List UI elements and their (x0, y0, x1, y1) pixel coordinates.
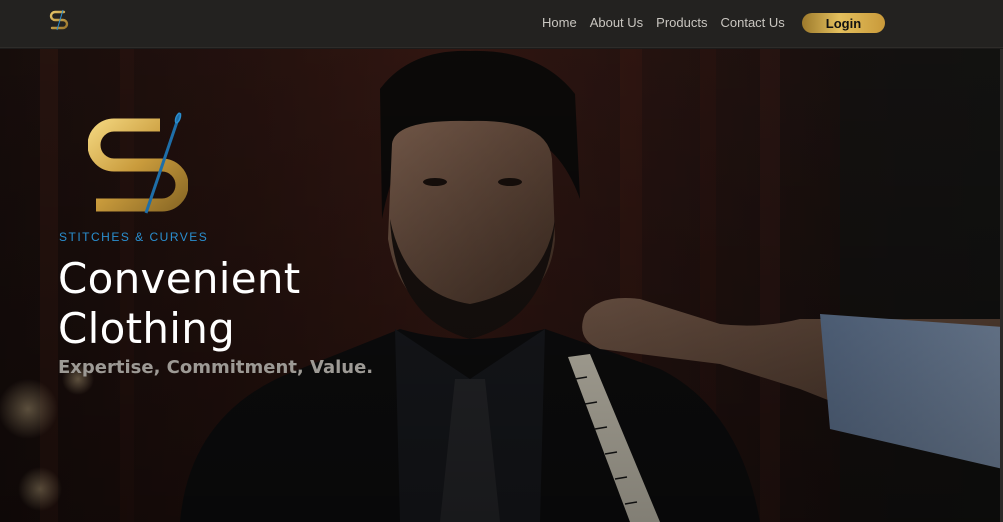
hero-title: Convenient Clothing (58, 254, 418, 354)
hero-tagline: Expertise, Commitment, Value. (58, 357, 374, 378)
login-button[interactable]: Login (802, 13, 885, 33)
nav-products-link[interactable]: Products (656, 15, 707, 30)
stitches-curves-logo-icon[interactable] (48, 9, 70, 33)
stitches-curves-needle-logo-icon (88, 112, 188, 214)
page: Home About Us Products Contact Us Login (0, 0, 1003, 522)
brand-name: STITCHES & CURVES (59, 230, 209, 244)
hero-section: STITCHES & CURVES Convenient Clothing Ex… (0, 49, 1003, 522)
nav-contact-link[interactable]: Contact Us (720, 15, 784, 30)
nav-about-link[interactable]: About Us (590, 15, 643, 30)
hero-title-line1: Convenient (58, 254, 301, 303)
hero-title-line2: Clothing (58, 304, 236, 353)
top-navbar: Home About Us Products Contact Us Login (0, 0, 1003, 48)
nav-links: Home About Us Products Contact Us (542, 15, 785, 30)
nav-home-link[interactable]: Home (542, 15, 577, 30)
